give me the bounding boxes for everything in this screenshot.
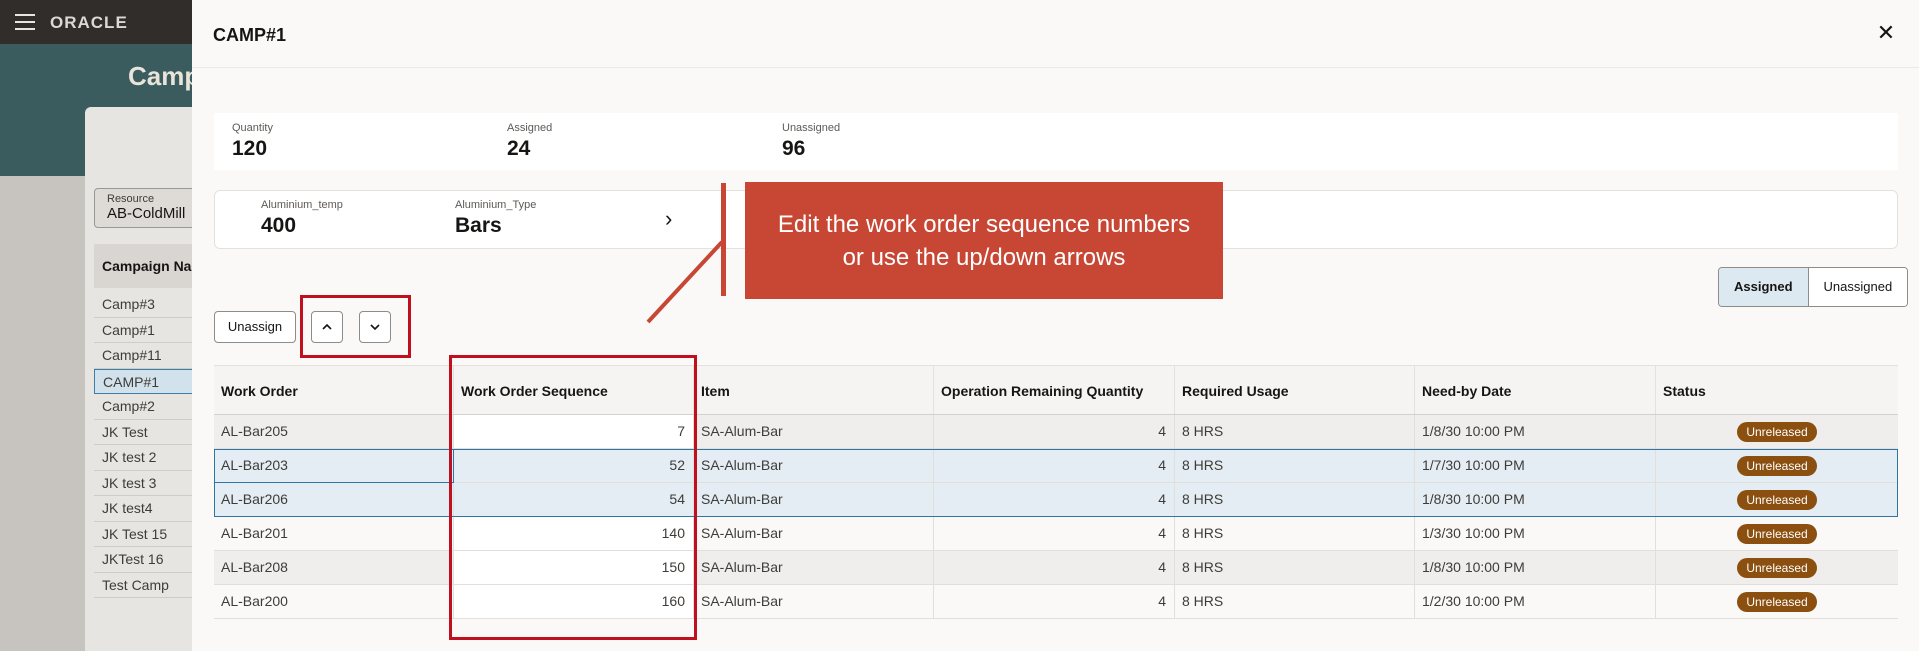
callout-line-2: or use the up/down arrows bbox=[842, 244, 1126, 271]
callout-bar bbox=[721, 183, 726, 296]
callout-line-1: Edit the work order sequence numbers bbox=[777, 211, 1191, 238]
callout-pointer-line bbox=[646, 240, 724, 324]
tutorial-callout: Edit the work order sequence numbers or … bbox=[745, 182, 1223, 299]
